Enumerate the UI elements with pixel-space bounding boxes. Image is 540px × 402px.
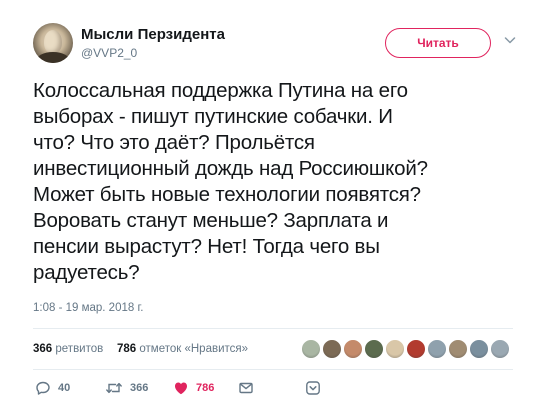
retweets-stat[interactable]: 366 ретвитов (33, 343, 103, 355)
tweet-text-line: Воровать станут меньше? Зарплата и (33, 209, 389, 232)
liker-avatar[interactable] (343, 339, 363, 359)
tweet-text: Колоссальная поддержка Путина на его выб… (33, 78, 513, 286)
tweet-text-line: выборах - пишут путинские собачки. И (33, 105, 393, 128)
reply-button[interactable]: 40 (35, 378, 70, 398)
liker-avatar[interactable] (427, 339, 447, 359)
liker-avatar[interactable] (406, 339, 426, 359)
like-button[interactable]: 786 (173, 378, 214, 398)
retweet-icon (106, 382, 122, 394)
reply-count: 40 (58, 382, 71, 394)
direct-message-button[interactable] (238, 378, 254, 398)
liker-avatar[interactable] (490, 339, 510, 359)
tweet-stats: 366 ретвитов 786 отметок «Нравится» (33, 337, 513, 363)
tweet-text-line: что? Что это даёт? Прольётся (33, 131, 315, 154)
tweet-text-line: Колоссальная поддержка Путина на его (33, 79, 408, 102)
liker-avatar[interactable] (322, 339, 342, 359)
tweet-header: Мысли Перзидента @VVP2_0 Читать (33, 20, 523, 68)
follow-button[interactable]: Читать (385, 28, 491, 58)
divider (33, 328, 513, 329)
tweet-text-line: пенсии вырастут? Нет! Тогда чего вы (33, 235, 380, 258)
envelope-icon (239, 382, 253, 394)
author-name[interactable]: Мысли Перзидента (81, 26, 225, 43)
retweet-count: 366 (130, 382, 149, 394)
retweet-button[interactable]: 366 (105, 378, 148, 398)
tweet-text-line: инвестиционный дождь над Россиюшкой? (33, 157, 428, 180)
likes-stat[interactable]: 786 отметок «Нравится» (117, 343, 248, 355)
like-count: 786 (196, 382, 215, 394)
tweet-text-line: Может быть новые технологии появятся? (33, 183, 421, 206)
avatar-face (44, 30, 62, 54)
retweets-stat-label: ретвитов (55, 343, 104, 355)
tweet-card: Мысли Перзидента @VVP2_0 Читать Колоссал… (0, 0, 540, 402)
liker-avatar[interactable] (364, 339, 384, 359)
reply-icon (36, 381, 50, 395)
more-actions-button[interactable] (305, 378, 321, 398)
likes-stat-count: 786 (117, 343, 137, 355)
avatar[interactable] (33, 23, 73, 63)
tweet-text-line: радуетесь? (33, 261, 140, 284)
chevron-down-box-icon (306, 381, 320, 395)
liker-avatar[interactable] (385, 339, 405, 359)
divider (33, 369, 513, 370)
chevron-down-icon[interactable] (503, 33, 517, 47)
retweets-stat-count: 366 (33, 343, 53, 355)
liker-avatar[interactable] (301, 339, 321, 359)
heart-icon (175, 382, 187, 395)
tweet-actions: 40 366 786 (33, 378, 513, 398)
author-handle[interactable]: @VVP2_0 (81, 46, 137, 60)
liker-avatar[interactable] (448, 339, 468, 359)
avatar-shoulders (36, 52, 70, 63)
liker-avatar[interactable] (469, 339, 489, 359)
tweet-timestamp[interactable]: 1:08 - 19 мар. 2018 г. (33, 302, 143, 314)
likes-stat-label: отметок «Нравится» (139, 343, 249, 355)
